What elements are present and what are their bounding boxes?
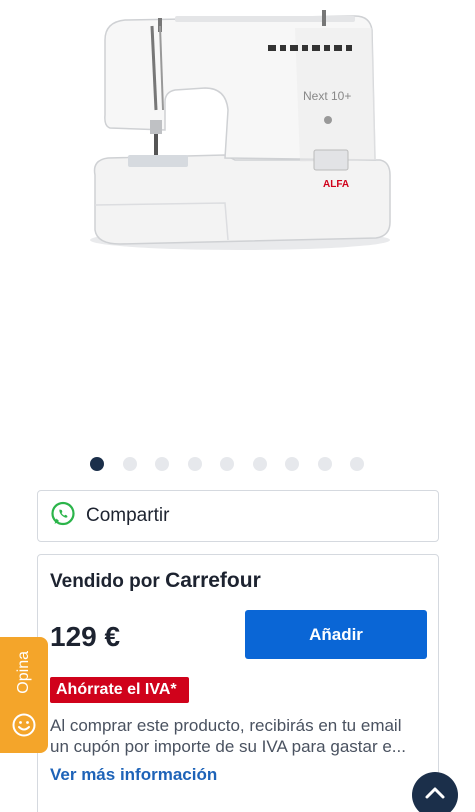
sold-by: Vendido por Carrefour (50, 569, 261, 593)
share-button[interactable]: Compartir (37, 490, 439, 542)
gallery-dot[interactable] (155, 457, 169, 471)
gallery-pagination (90, 457, 364, 471)
sewing-machine-image: Next 10+ ALFA (90, 10, 391, 250)
gallery-dot[interactable] (285, 457, 299, 471)
scroll-to-top-button[interactable] (412, 772, 458, 812)
product-image[interactable]: Next 10+ ALFA (0, 0, 475, 440)
gallery-dot[interactable] (252, 457, 267, 471)
iva-description: Al comprar este producto, recibirás en t… (50, 715, 430, 757)
gallery-dot[interactable] (187, 457, 202, 471)
brand-label: ALFA (323, 179, 349, 190)
gallery-dot[interactable] (122, 457, 137, 471)
iva-description-line2: un cupón por importe de su IVA para gast… (50, 737, 406, 756)
share-label: Compartir (86, 505, 170, 526)
price: 129 € (50, 621, 121, 652)
seller-name[interactable]: Carrefour (165, 569, 261, 592)
model-label: Next 10+ (303, 89, 351, 103)
gallery-dot[interactable] (90, 457, 104, 471)
iva-description-line1: Al comprar este producto, recibirás en t… (50, 716, 402, 735)
iva-badge: Ahórrate el IVA* (50, 677, 189, 703)
add-to-cart-button[interactable]: Añadir (245, 610, 427, 659)
smiley-icon (11, 712, 37, 743)
gallery-dot[interactable] (317, 457, 332, 471)
whatsapp-icon (50, 501, 76, 532)
chevron-up-icon (423, 781, 447, 810)
feedback-label: Opina (15, 651, 32, 694)
seller-card: Vendido por Carrefour 129 € Añadir Ahórr… (37, 554, 439, 812)
gallery-dot[interactable] (350, 457, 364, 471)
more-info-link[interactable]: Ver más información (50, 765, 217, 785)
gallery-dot[interactable] (220, 457, 234, 471)
feedback-tab[interactable]: Opina (0, 637, 48, 753)
sold-by-prefix: Vendido por (50, 571, 160, 592)
